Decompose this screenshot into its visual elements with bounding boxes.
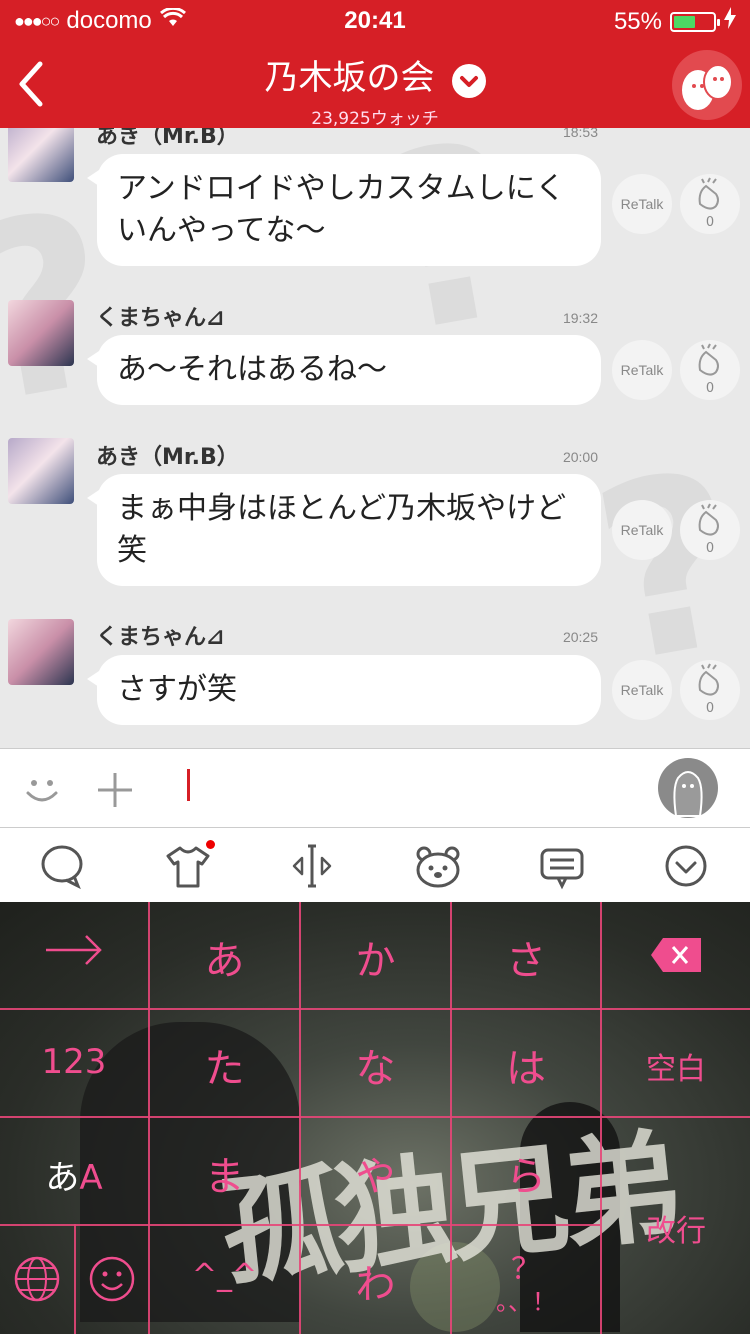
keyboard-toolbar xyxy=(0,828,750,902)
clap-count: 0 xyxy=(705,701,715,716)
key-sa[interactable]: さ xyxy=(452,928,600,986)
sender-name: くまちゃん⊿ xyxy=(96,306,225,331)
clap-button[interactable]: 0 xyxy=(680,500,740,560)
globe-icon xyxy=(14,1256,60,1302)
avatar[interactable] xyxy=(8,619,74,685)
key-ka[interactable]: か xyxy=(301,928,450,986)
nav-bar: 乃木坂の会 23,925ウォッチ xyxy=(0,40,750,129)
key-wa[interactable]: わ xyxy=(301,1252,450,1310)
battery-percent: 55% xyxy=(613,7,662,35)
message-time: 18:53 xyxy=(562,128,598,140)
chat-bubble-tool[interactable] xyxy=(38,842,86,890)
smile-icon xyxy=(26,780,58,802)
clap-icon xyxy=(698,177,719,210)
avatar[interactable] xyxy=(8,300,74,366)
key-ma[interactable]: ま xyxy=(150,1144,299,1202)
clap-count: 0 xyxy=(705,381,715,396)
sender-name: あき（Mr.B） xyxy=(96,445,239,470)
emoji-face-icon xyxy=(89,1256,135,1302)
emoji-button[interactable] xyxy=(22,769,62,813)
retalk-button[interactable]: ReTalk xyxy=(612,340,672,400)
message-time: 20:00 xyxy=(562,449,598,465)
chevron-down-circle-icon xyxy=(665,845,707,887)
notification-dot xyxy=(206,840,215,849)
chevron-down-icon xyxy=(451,63,486,98)
avatar[interactable] xyxy=(8,438,74,504)
key-na[interactable]: な xyxy=(301,1036,450,1094)
retalk-button[interactable]: ReTalk xyxy=(612,660,672,720)
clap-count: 0 xyxy=(705,215,715,230)
tshirt-icon xyxy=(166,846,210,888)
members-button[interactable] xyxy=(672,50,742,120)
key-kaomoji[interactable]: ^_^ xyxy=(150,1258,299,1293)
clap-icon xyxy=(698,343,719,376)
mode-alpha-label: A xyxy=(79,1158,103,1198)
key-ya[interactable]: や xyxy=(301,1144,450,1202)
plus-icon xyxy=(98,773,132,807)
message-lines-icon xyxy=(540,848,584,890)
battery-icon xyxy=(670,11,720,32)
key-a[interactable]: あ xyxy=(150,928,299,986)
my-avatar-button[interactable] xyxy=(658,758,718,818)
bear-face-icon xyxy=(416,846,460,888)
clap-button[interactable]: 0 xyxy=(680,660,740,720)
members-icon xyxy=(682,64,733,110)
theme-tool[interactable] xyxy=(164,840,215,890)
message-bubble[interactable]: あ〜それはあるね〜 xyxy=(87,335,601,405)
watch-count: 23,925ウォッチ xyxy=(311,108,439,129)
key-backspace[interactable] xyxy=(602,936,750,978)
message-bubble[interactable]: まぁ中身はほとんど乃木坂やけど笑 xyxy=(87,474,601,586)
clap-count: 0 xyxy=(705,541,715,556)
sticker-tool[interactable] xyxy=(414,842,462,890)
charging-icon xyxy=(724,7,736,36)
message-bubble[interactable]: さすが笑 xyxy=(87,655,601,725)
cursor-arrows-icon xyxy=(292,844,332,888)
cursor-move-tool[interactable] xyxy=(288,842,336,890)
room-title: 乃木坂の会 xyxy=(264,58,435,98)
message-text-field[interactable] xyxy=(187,769,190,801)
key-emoji[interactable] xyxy=(84,1254,140,1308)
chat-timeline[interactable]: ? ? ? あき（Mr.B） 18:53 アンドロイドやしカスタムしにくいんやっ… xyxy=(0,128,750,748)
avatar[interactable] xyxy=(8,128,74,182)
clap-icon xyxy=(698,503,719,536)
key-ta[interactable]: た xyxy=(150,1036,299,1094)
key-numbers[interactable]: 123 xyxy=(0,1042,148,1082)
message-bubble[interactable]: アンドロイドやしカスタムしにくいんやってな〜 xyxy=(87,154,601,266)
sender-name: あき（Mr.B） xyxy=(96,128,239,149)
message-time: 19:32 xyxy=(562,310,598,326)
flick-keyboard: 孤独兄弟 あ か さ 123 た な は 空白 あA ま や ら ^_^ わ ？… xyxy=(0,902,750,1334)
message-time: 20:25 xyxy=(562,629,598,645)
key-globe[interactable] xyxy=(10,1254,64,1308)
key-punctuation[interactable]: ？ 。、！ xyxy=(452,1244,600,1317)
attach-button[interactable] xyxy=(96,771,134,813)
clap-icon xyxy=(698,663,719,696)
punctuation-label: 。、！ xyxy=(496,1288,556,1316)
clap-button[interactable]: 0 xyxy=(680,340,740,400)
key-ha[interactable]: は xyxy=(452,1036,600,1094)
sender-name: くまちゃん⊿ xyxy=(96,625,225,650)
ghost-avatar-icon xyxy=(673,771,703,817)
clap-button[interactable]: 0 xyxy=(680,174,740,234)
speech-bubble-icon xyxy=(41,845,83,890)
retalk-button[interactable]: ReTalk xyxy=(612,174,672,234)
key-ra[interactable]: ら xyxy=(452,1144,600,1202)
room-title-button[interactable]: 乃木坂の会 23,925ウォッチ xyxy=(0,50,750,129)
status-bar: ●●●○○ docomo 20:41 55% xyxy=(0,0,750,40)
key-input-mode[interactable]: あA xyxy=(0,1150,148,1199)
key-cursor-forward[interactable] xyxy=(0,930,148,974)
hide-keyboard-button[interactable] xyxy=(662,842,710,890)
key-enter[interactable]: 改行 xyxy=(602,1206,750,1250)
backspace-icon xyxy=(651,938,701,972)
mode-kana-label: あ xyxy=(45,1158,80,1198)
template-tool[interactable] xyxy=(538,842,586,890)
retalk-button[interactable]: ReTalk xyxy=(612,500,672,560)
arrow-right-icon xyxy=(46,935,102,965)
message-input-bar xyxy=(0,748,750,828)
key-space[interactable]: 空白 xyxy=(602,1044,750,1088)
